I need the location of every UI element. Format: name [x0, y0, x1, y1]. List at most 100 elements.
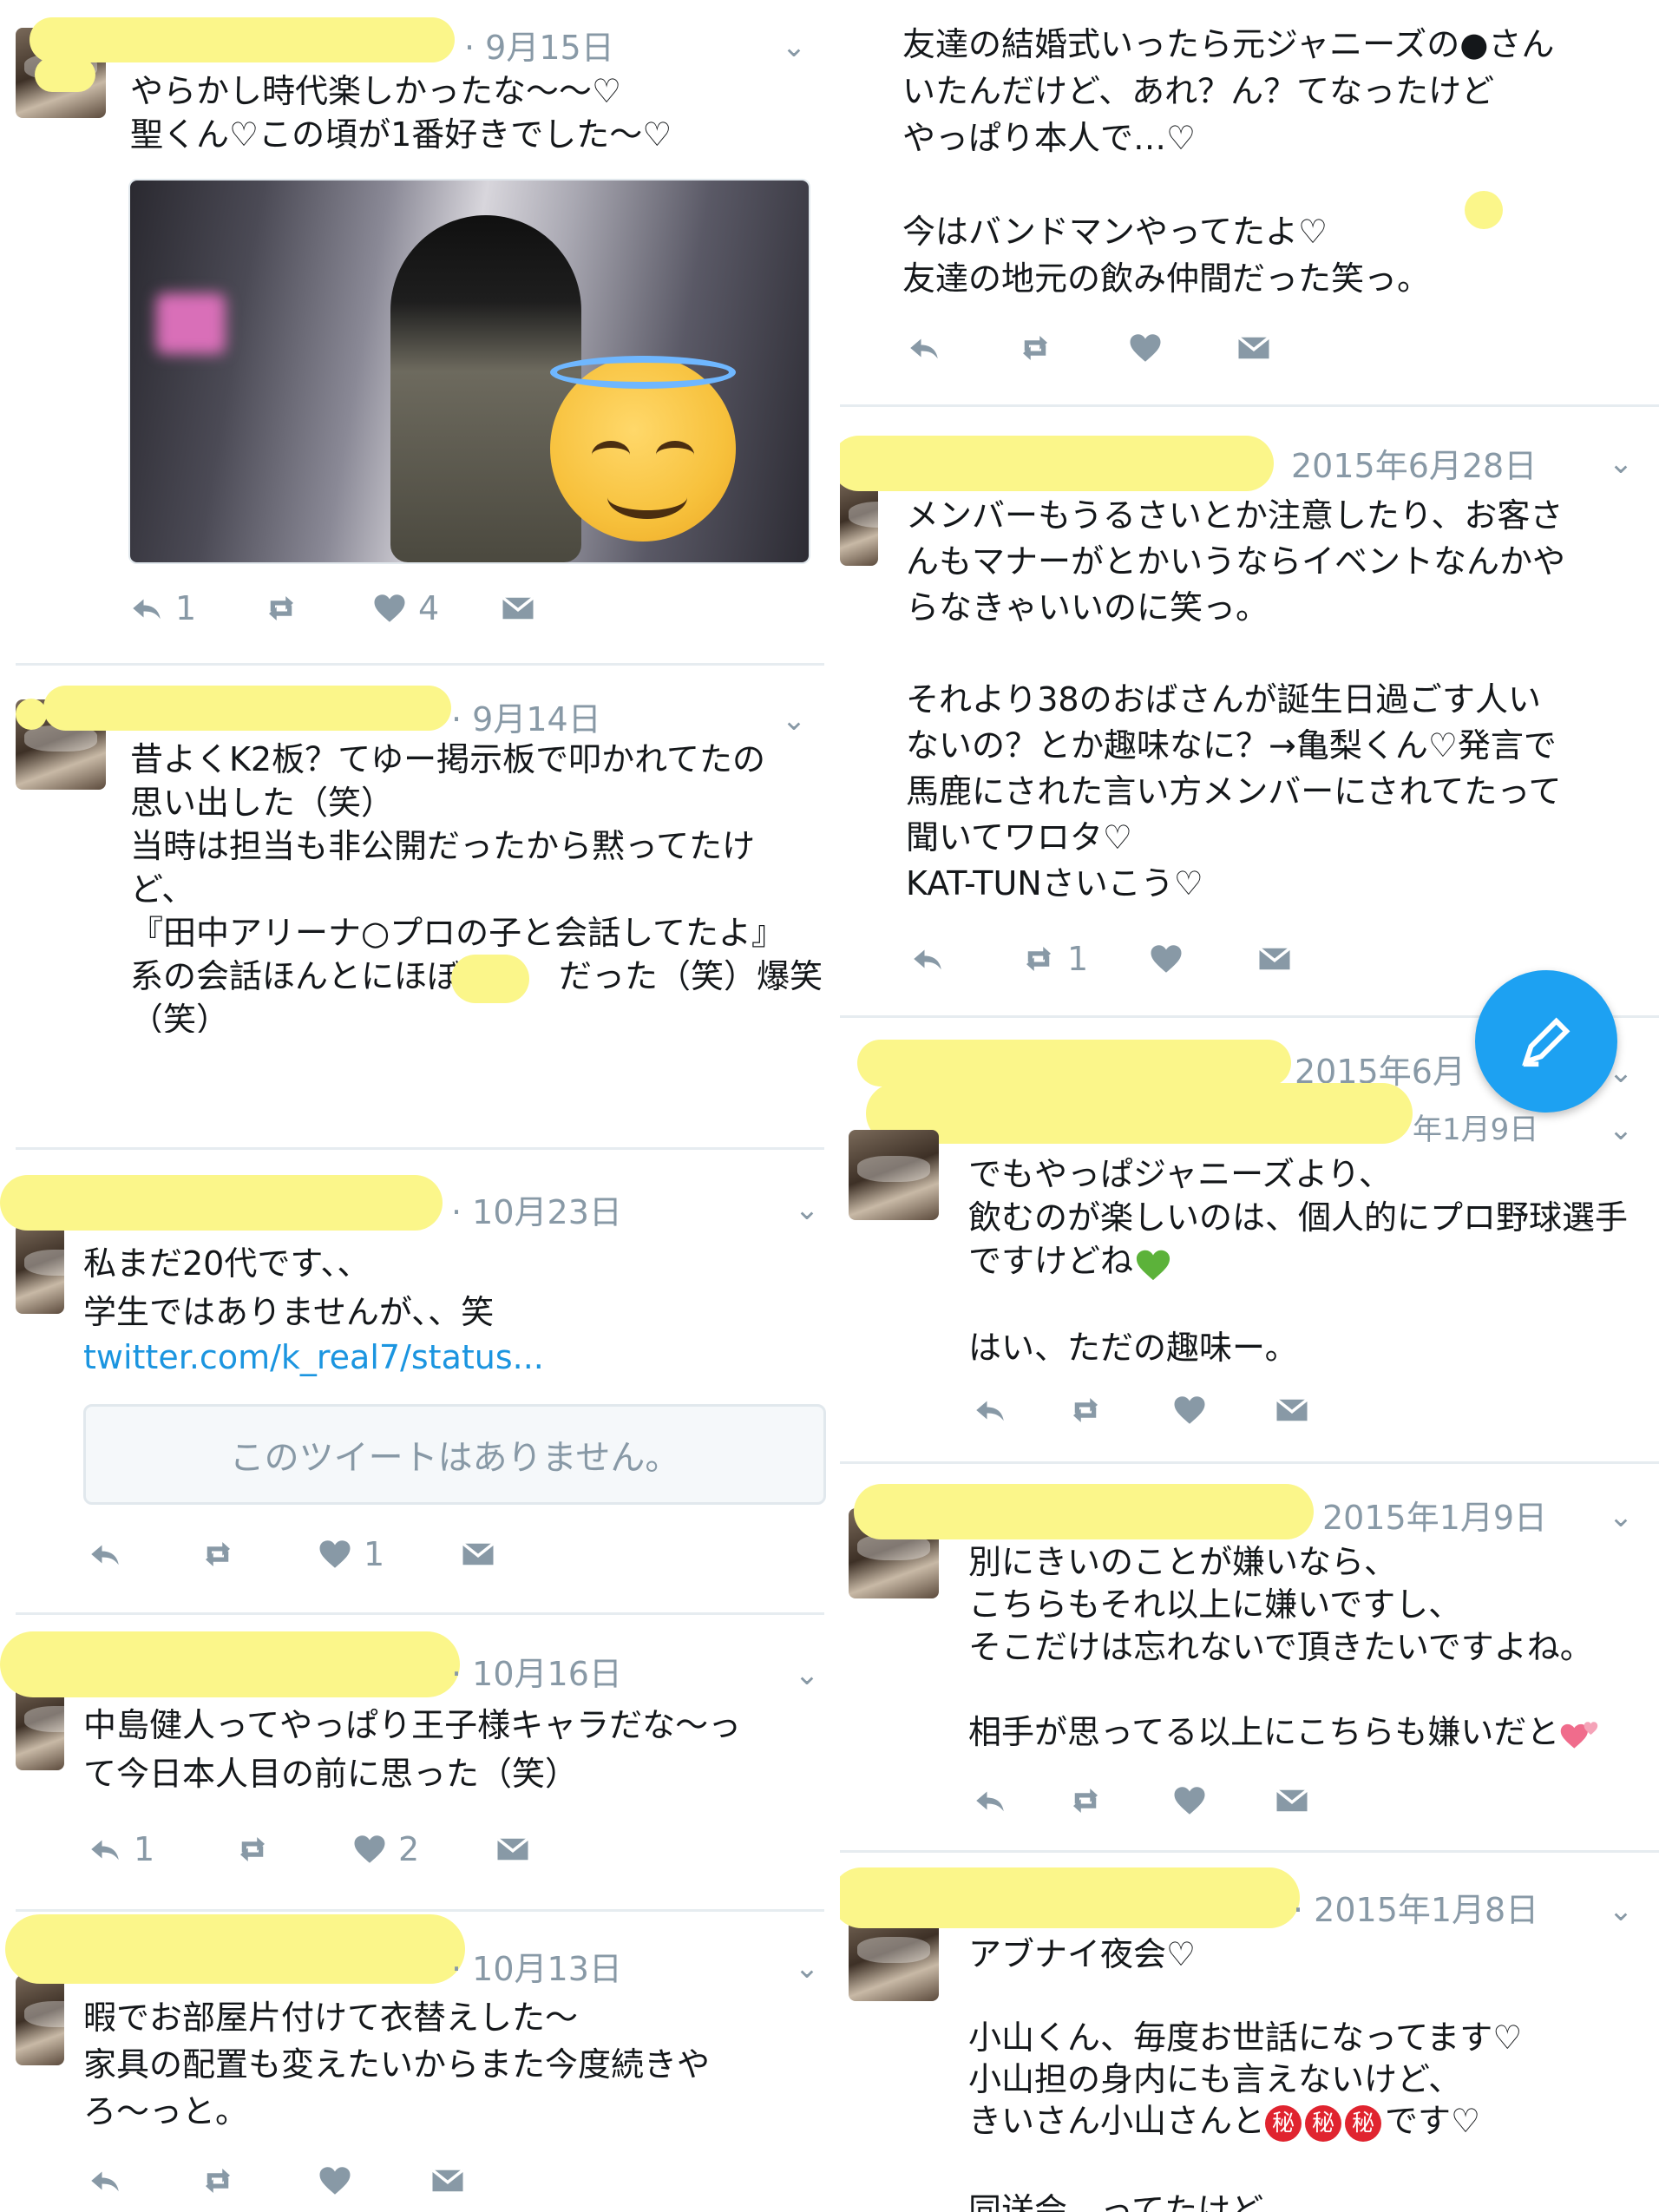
dm-envelope-icon — [1274, 1782, 1310, 1819]
tweet-4[interactable]: · 10月16日 ⌄ 中島健人ってやっぱり王子様キャラだな〜っ て今日本人目の前… — [0, 1619, 833, 1906]
emoji-eye-right — [656, 441, 694, 469]
like-button[interactable] — [1171, 1388, 1208, 1432]
redacted-username — [840, 436, 1274, 491]
tweet-date[interactable]: · 10月23日 — [451, 1185, 622, 1233]
avatar[interactable] — [849, 1130, 939, 1220]
like-count: 1 — [364, 1535, 385, 1573]
tweet-date[interactable]: 2015年6月28日 — [1291, 439, 1537, 487]
reply-button[interactable] — [906, 326, 942, 370]
like-button[interactable] — [1127, 326, 1164, 370]
dm-button[interactable] — [460, 1533, 496, 1576]
reply-button[interactable] — [972, 1388, 1008, 1432]
compose-button[interactable] — [1475, 970, 1617, 1113]
dm-button[interactable] — [1274, 1388, 1310, 1432]
reply-button[interactable]: 1 — [128, 587, 196, 630]
dm-button[interactable] — [1236, 326, 1272, 370]
chevron-down-icon[interactable]: ⌄ — [1603, 1500, 1638, 1534]
photo-light — [156, 293, 226, 354]
like-button[interactable] — [317, 2159, 353, 2202]
quoted-tweet-unavailable[interactable]: このツイートはありません。 — [83, 1404, 826, 1505]
tweet-5[interactable]: · 10月13日 ⌄ 暇でお部屋片付けて衣替えした〜 家具の配置も変えたいからま… — [0, 1914, 833, 2212]
retweet-icon — [200, 2163, 236, 2199]
tweet-date[interactable]: 2015年1月9日 — [1322, 1491, 1547, 1539]
tweet-r5[interactable]: · 2015年1月8日 ⌄ アブナイ夜会♡ 小山くん、毎度お世話になってます♡ … — [840, 1855, 1659, 2212]
retweet-button[interactable] — [1067, 1779, 1104, 1822]
tweet-date[interactable]: · 9月14日 — [451, 692, 601, 740]
heart-icon — [1148, 941, 1184, 977]
retweet-button[interactable] — [234, 1828, 271, 1871]
tweet-1[interactable]: · 9月15日 ⌄ やらかし時代楽しかったな〜〜♡ 聖くん♡この頃が1番好きでし… — [0, 0, 833, 651]
tweet-r2[interactable]: 2015年6月28日 ⌄ メンバーもうるさいとか注意したり、お客さ んもマナーが… — [840, 408, 1659, 1015]
emoji-mouth — [607, 476, 687, 519]
tweet-3[interactable]: · 10月23日 ⌄ 私まだ20代です、、 学生ではありませんが、、笑 twit… — [0, 1154, 833, 1605]
tweet-date[interactable]: · 2015年1月8日 — [1293, 1883, 1538, 1931]
tweet-text-tail: はい、ただの趣味ー。 — [968, 1329, 1298, 1367]
like-button[interactable] — [1171, 1779, 1208, 1822]
avatar[interactable] — [16, 1224, 64, 1314]
right-column: 友達の結婚式いったら元ジャニーズの●さん いたんだけど、あれ？ん？てなったけど … — [840, 0, 1659, 2212]
dm-button[interactable] — [430, 2159, 466, 2202]
reply-icon — [906, 330, 942, 366]
reply-icon — [972, 1392, 1008, 1428]
retweet-button[interactable] — [200, 2159, 236, 2202]
divider — [16, 1612, 824, 1615]
tweet-actions — [972, 1388, 1406, 1432]
compose-icon — [1522, 1017, 1570, 1067]
retweet-button[interactable] — [200, 1533, 236, 1576]
tweet-link[interactable]: twitter.com/k_real7/status... — [83, 1338, 544, 1376]
tweet-date[interactable]: · 9月15日 — [464, 21, 614, 69]
chevron-down-icon[interactable]: ⌄ — [790, 1657, 824, 1692]
chevron-down-icon[interactable]: ⌄ — [1603, 446, 1638, 481]
chevron-down-icon[interactable]: ⌄ — [777, 30, 811, 64]
dm-envelope-icon — [1236, 330, 1272, 366]
chevron-down-icon[interactable]: ⌄ — [777, 703, 811, 738]
photo-person — [390, 215, 581, 562]
heart-icon — [317, 1536, 353, 1572]
chevron-down-icon[interactable]: ⌄ — [1603, 1894, 1638, 1928]
dm-button[interactable] — [1274, 1779, 1310, 1822]
like-button[interactable]: 2 — [351, 1828, 419, 1871]
dm-button[interactable] — [495, 1828, 531, 1871]
chevron-down-icon[interactable]: ⌄ — [790, 1192, 824, 1227]
reply-button[interactable] — [87, 2159, 123, 2202]
tweet-date[interactable]: · 10月16日 — [451, 1647, 622, 1695]
tweet-r1[interactable]: 友達の結婚式いったら元ジャニーズの●さん いたんだけど、あれ？ん？てなったけど … — [840, 0, 1659, 399]
dm-envelope-icon — [460, 1536, 496, 1572]
reply-count: 1 — [134, 1830, 155, 1868]
chevron-down-icon[interactable]: ⌄ — [790, 1951, 824, 1986]
halo-ring — [550, 356, 736, 389]
divider — [840, 404, 1659, 407]
tweet-r4[interactable]: 2015年1月9日 ⌄ 別にきいのことが嫌いなら、 こちらもそれ以上に嫌いですし… — [840, 1467, 1659, 1848]
retweet-count: 1 — [1067, 940, 1089, 978]
dm-envelope-icon — [430, 2163, 466, 2199]
like-button[interactable]: 4 — [371, 587, 439, 630]
chevron-down-icon[interactable]: ⌄ — [1603, 1113, 1638, 1147]
divider — [16, 1147, 824, 1150]
like-button[interactable] — [1148, 937, 1184, 981]
tweet-text: アブナイ夜会♡ 小山くん、毎度お世話になってます♡ 小山担の身内にも言えないけど… — [968, 1933, 1654, 2142]
retweet-button[interactable] — [1067, 1388, 1104, 1432]
tweet-actions — [87, 2159, 521, 2202]
retweet-button[interactable] — [263, 587, 299, 630]
heart-icon — [1171, 1392, 1208, 1428]
redacted-username — [5, 1914, 465, 1984]
reply-button[interactable] — [972, 1779, 1008, 1822]
tweet-actions — [906, 326, 1340, 370]
tweet-date[interactable]: · 10月13日 — [451, 1942, 622, 1990]
tweet-2[interactable]: · 9月14日 ⌄ 昔よくK2板？てゆー掲示板で叩かれてたの 思い出した（笑） … — [0, 668, 833, 1145]
dm-button[interactable] — [500, 587, 536, 630]
reply-button[interactable]: 1 — [87, 1828, 154, 1871]
redacted-username — [30, 17, 455, 62]
reply-button[interactable] — [909, 937, 946, 981]
tweet-photo[interactable] — [128, 179, 810, 564]
retweet-button[interactable] — [1017, 326, 1053, 370]
retweet-button[interactable]: 1 — [1020, 937, 1088, 981]
dm-button[interactable] — [1256, 937, 1293, 981]
dm-envelope-icon — [1256, 941, 1293, 977]
like-button[interactable]: 1 — [317, 1533, 384, 1576]
tweet-text: 私まだ20代です、、 学生ではありませんが、、笑 — [83, 1244, 495, 1331]
secret-stamp-icon: 秘 — [1265, 2104, 1302, 2142]
avatar[interactable] — [16, 1975, 64, 2065]
retweet-icon — [1067, 1392, 1104, 1428]
reply-button[interactable] — [87, 1533, 123, 1576]
